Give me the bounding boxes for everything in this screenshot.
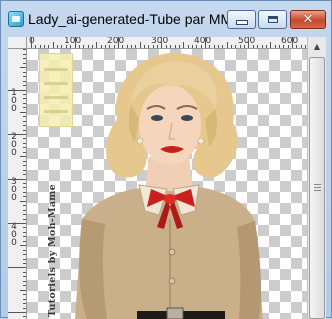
ruler-label: 400	[11, 222, 17, 248]
chevron-up-icon: ▲	[313, 42, 321, 51]
ruler-corner	[8, 37, 27, 49]
blouse-button	[168, 277, 176, 285]
image-canvas[interactable]: Tutoriels by Moh-Mame	[27, 49, 307, 319]
bow-knot	[164, 194, 176, 204]
face	[139, 85, 201, 165]
eye-left	[151, 115, 163, 121]
sleeve-left-shadow	[79, 219, 107, 319]
vertical-ruler: 100 200 300 400	[8, 49, 27, 319]
horizontal-ruler: 0 100 200 300 400 500 600	[27, 37, 307, 49]
window-title: Lady_ai-generated-Tube par MM ...	[28, 11, 248, 27]
title-bar[interactable]: Lady_ai-generated-Tube par MM ... ✕	[1, 1, 331, 37]
maximize-icon	[267, 16, 278, 23]
eye-right	[181, 115, 193, 121]
scroll-up-button[interactable]: ▲	[309, 38, 325, 55]
portrait-image	[75, 52, 263, 319]
ruler-label: 100	[11, 88, 17, 114]
watermark-text: Tutoriels by Moh-Mame	[47, 184, 58, 317]
minimize-icon	[235, 20, 248, 25]
close-button[interactable]: ✕	[290, 10, 326, 29]
sleeve-right-shadow	[237, 221, 262, 319]
vertical-scrollbar[interactable]: ▲	[307, 37, 326, 319]
app-icon[interactable]	[8, 11, 24, 27]
belt-buckle	[166, 307, 184, 319]
blouse-button	[168, 248, 176, 256]
close-icon: ✕	[302, 12, 314, 27]
minimize-button[interactable]	[227, 10, 256, 29]
ruler-label: 200	[11, 132, 17, 158]
image-window: Lady_ai-generated-Tube par MM ... ✕ 0 10…	[0, 0, 332, 319]
maximize-button[interactable]	[258, 10, 287, 29]
ruler-label: 300	[11, 177, 17, 203]
scroll-thumb[interactable]	[309, 57, 325, 319]
